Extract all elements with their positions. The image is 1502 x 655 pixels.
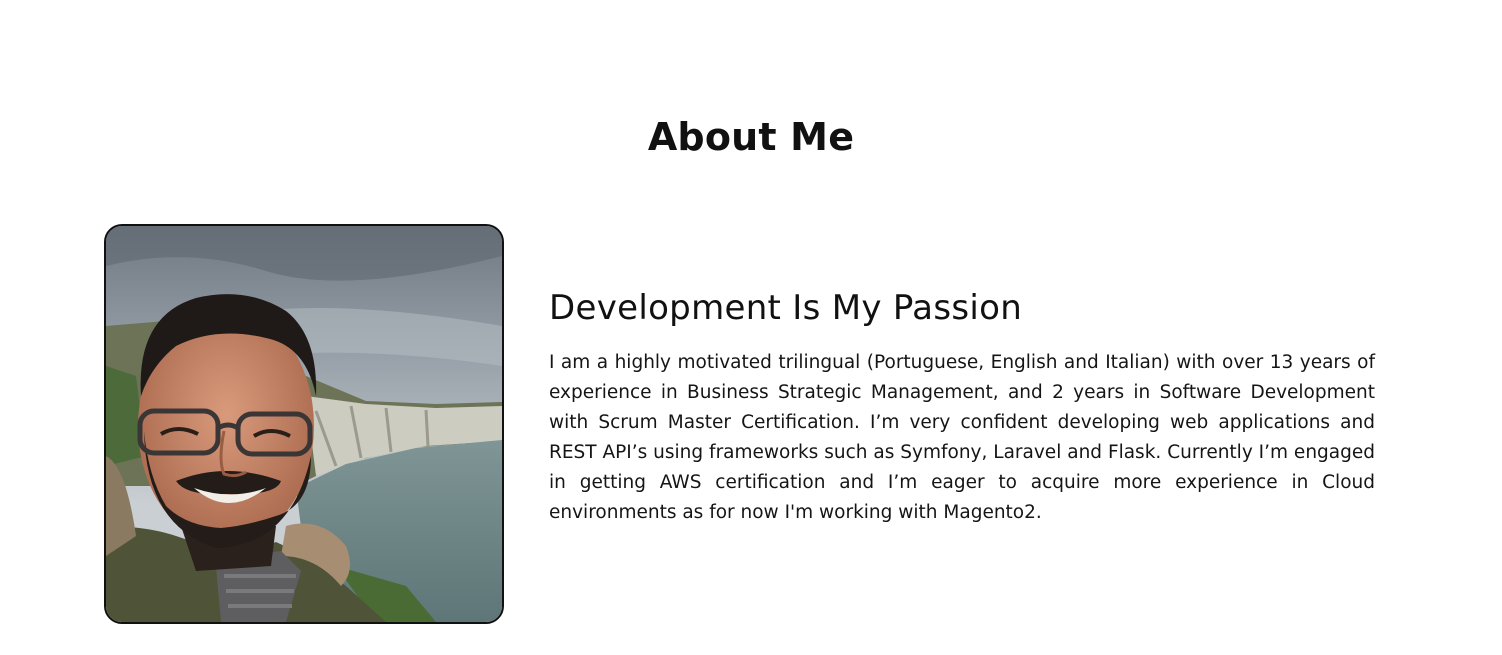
section-title: About Me	[647, 115, 855, 159]
about-bio: I am a highly motivated trilingual (Port…	[549, 352, 1375, 523]
profile-photo-image	[106, 226, 502, 622]
about-content: Development Is My Passion I am a highly …	[549, 288, 1375, 528]
about-subtitle: Development Is My Passion	[549, 288, 1023, 328]
about-section: About Me Development Is My Passion I am …	[0, 0, 1502, 655]
profile-photo	[104, 224, 504, 624]
